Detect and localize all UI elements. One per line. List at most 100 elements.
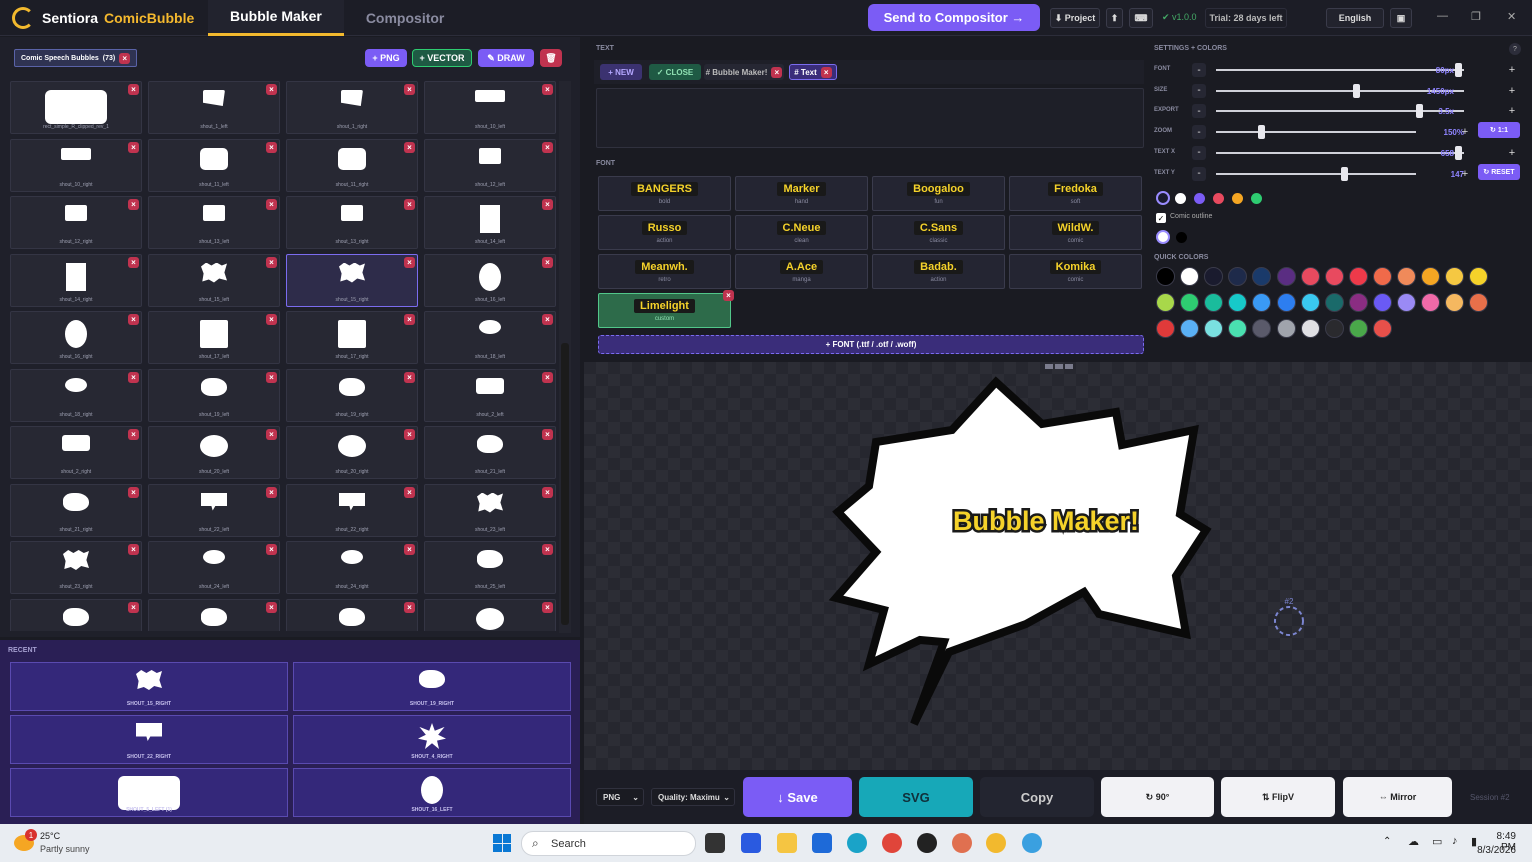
bubble-tile[interactable]: shout_20_right ×: [286, 426, 418, 479]
new-text-button[interactable]: + NEW: [600, 64, 642, 80]
bubble-tile[interactable]: shout_14_left ×: [424, 196, 556, 249]
decrement-button[interactable]: -: [1192, 63, 1206, 77]
scrollbar-thumb[interactable]: [561, 343, 569, 625]
delete-icon[interactable]: ×: [542, 256, 553, 268]
bubble-tile[interactable]: ×: [286, 598, 418, 631]
send-to-compositor-button[interactable]: Send to Compositor →: [868, 4, 1040, 31]
close-icon[interactable]: ×: [119, 52, 131, 64]
text-input[interactable]: [596, 88, 1144, 148]
font-option[interactable]: Badab. action: [872, 254, 1005, 289]
delete-icon[interactable]: ×: [404, 429, 415, 440]
quick-color-swatch[interactable]: [1348, 293, 1368, 312]
bubble-tile[interactable]: shout_10_right ×: [10, 138, 142, 192]
quick-color-swatch[interactable]: [1372, 319, 1392, 338]
bubble-tile[interactable]: shout_24_left ×: [148, 541, 280, 594]
bubble-tile[interactable]: ×: [148, 598, 280, 631]
recent-item[interactable]: SHOUT_5_LEFT (1): [10, 768, 288, 817]
delete-icon[interactable]: ×: [128, 371, 139, 383]
recent-item[interactable]: SHOUT_16_LEFT: [293, 768, 571, 817]
quick-color-swatch[interactable]: [1156, 319, 1175, 338]
bubble-tile[interactable]: shout_21_right ×: [10, 483, 142, 537]
bubble-tile[interactable]: shout_22_right ×: [286, 483, 418, 537]
bubble-tile[interactable]: shout_17_left ×: [148, 311, 280, 364]
delete-icon[interactable]: ×: [128, 429, 139, 440]
quick-color-swatch[interactable]: [1252, 319, 1272, 338]
outline-color-swatch[interactable]: [1156, 230, 1170, 244]
increment-button[interactable]: +: [1505, 63, 1519, 77]
chrome-icon[interactable]: [882, 833, 902, 853]
delete-icon[interactable]: ×: [266, 199, 277, 210]
help-icon[interactable]: ?: [1509, 43, 1521, 55]
comicbubble-icon[interactable]: [986, 833, 1006, 853]
delete-icon[interactable]: ×: [404, 544, 415, 555]
quick-color-swatch[interactable]: [1252, 293, 1272, 312]
bubble-tile[interactable]: shout_16_right ×: [10, 311, 142, 364]
bubble-tile[interactable]: shout_23_right ×: [10, 541, 142, 594]
save-button[interactable]: ↓ Save: [743, 777, 852, 817]
font-option[interactable]: Limelight custom ×: [598, 290, 734, 328]
bubble-tile[interactable]: shout_13_left ×: [148, 196, 280, 249]
bubble-tile[interactable]: shout_19_left ×: [148, 368, 280, 422]
speech-bubble[interactable]: [828, 376, 1212, 726]
reset-position-button[interactable]: ↻ RESET: [1478, 163, 1520, 180]
delete-icon[interactable]: ×: [542, 141, 553, 153]
delete-icon[interactable]: ×: [542, 371, 553, 383]
monitor-icon[interactable]: ▭: [1432, 835, 1442, 848]
bubble-tile[interactable]: shout_22_left ×: [148, 483, 280, 537]
quick-color-swatch[interactable]: [1421, 267, 1441, 286]
tab-bubble-maker[interactable]: Bubble Maker: [208, 0, 344, 36]
delete-icon[interactable]: ×: [128, 486, 139, 498]
decrement-button[interactable]: -: [1192, 83, 1206, 98]
bubble-tile[interactable]: shout_12_right ×: [10, 196, 142, 249]
delete-icon[interactable]: ×: [266, 371, 277, 383]
delete-icon[interactable]: ×: [266, 486, 277, 498]
delete-icon[interactable]: ×: [542, 199, 553, 210]
quick-color-swatch[interactable]: [1397, 267, 1416, 286]
delete-icon[interactable]: ×: [128, 141, 139, 153]
delete-icon[interactable]: ×: [266, 141, 277, 153]
tab-compositor[interactable]: Compositor: [344, 0, 467, 36]
delete-icon[interactable]: ×: [542, 486, 553, 498]
claude-icon[interactable]: [952, 833, 972, 853]
slider-thumb[interactable]: [1454, 145, 1462, 160]
category-chip[interactable]: Comic Speech Bubbles (73) ×: [14, 49, 138, 67]
font-option[interactable]: C.Neue clean: [735, 215, 868, 250]
font-option[interactable]: Russo action: [598, 215, 731, 250]
bubble-tile[interactable]: shout_23_left ×: [424, 483, 556, 537]
rotate-button[interactable]: ↻ 90°: [1101, 777, 1214, 817]
file-explorer-icon[interactable]: [777, 833, 797, 853]
quick-color-swatch[interactable]: [1204, 267, 1224, 286]
decrement-button[interactable]: -: [1192, 145, 1206, 160]
close-icon[interactable]: ✕: [1507, 10, 1516, 23]
delete-icon[interactable]: ×: [404, 486, 415, 498]
recent-item[interactable]: SHOUT_4_RIGHT: [293, 715, 571, 764]
bubble-tile[interactable]: shout_17_right ×: [286, 311, 418, 364]
increment-button[interactable]: +: [1505, 146, 1519, 160]
delete-icon[interactable]: ×: [542, 429, 553, 440]
bubble-canvas[interactable]: Bubble Maker! #2: [584, 362, 1532, 770]
slider-track[interactable]: [1216, 172, 1416, 175]
svg-button[interactable]: SVG: [859, 777, 973, 817]
font-option[interactable]: WildW. comic: [1009, 215, 1142, 250]
fill-color-swatch[interactable]: [1213, 193, 1224, 204]
add-vector-button[interactable]: + VECTOR: [412, 49, 472, 67]
font-option[interactable]: Fredoka soft: [1009, 176, 1142, 211]
bubble-tile[interactable]: shout_25_left ×: [424, 541, 556, 594]
maximize-icon[interactable]: ❐: [1471, 10, 1481, 23]
taskbar-search[interactable]: ⌕ Search: [521, 831, 696, 856]
quick-color-swatch[interactable]: [1180, 319, 1200, 338]
chatgpt-icon[interactable]: [917, 833, 937, 853]
delete-icon[interactable]: ×: [542, 544, 553, 555]
app-icon[interactable]: [1022, 833, 1042, 853]
text-tab-text[interactable]: # Text ×: [789, 64, 837, 80]
close-icon[interactable]: ×: [820, 66, 832, 78]
font-option[interactable]: Boogaloo fun: [872, 176, 1005, 211]
delete-icon[interactable]: ×: [404, 199, 415, 210]
fill-color-swatch[interactable]: [1156, 191, 1170, 205]
bubble-tile[interactable]: shout_18_left ×: [424, 311, 556, 364]
quick-color-swatch[interactable]: [1228, 293, 1248, 312]
quick-color-swatch[interactable]: [1372, 293, 1392, 312]
bubble-tile[interactable]: ×: [424, 598, 556, 631]
delete-icon[interactable]: ×: [128, 544, 139, 555]
delete-icon[interactable]: ×: [723, 290, 734, 301]
